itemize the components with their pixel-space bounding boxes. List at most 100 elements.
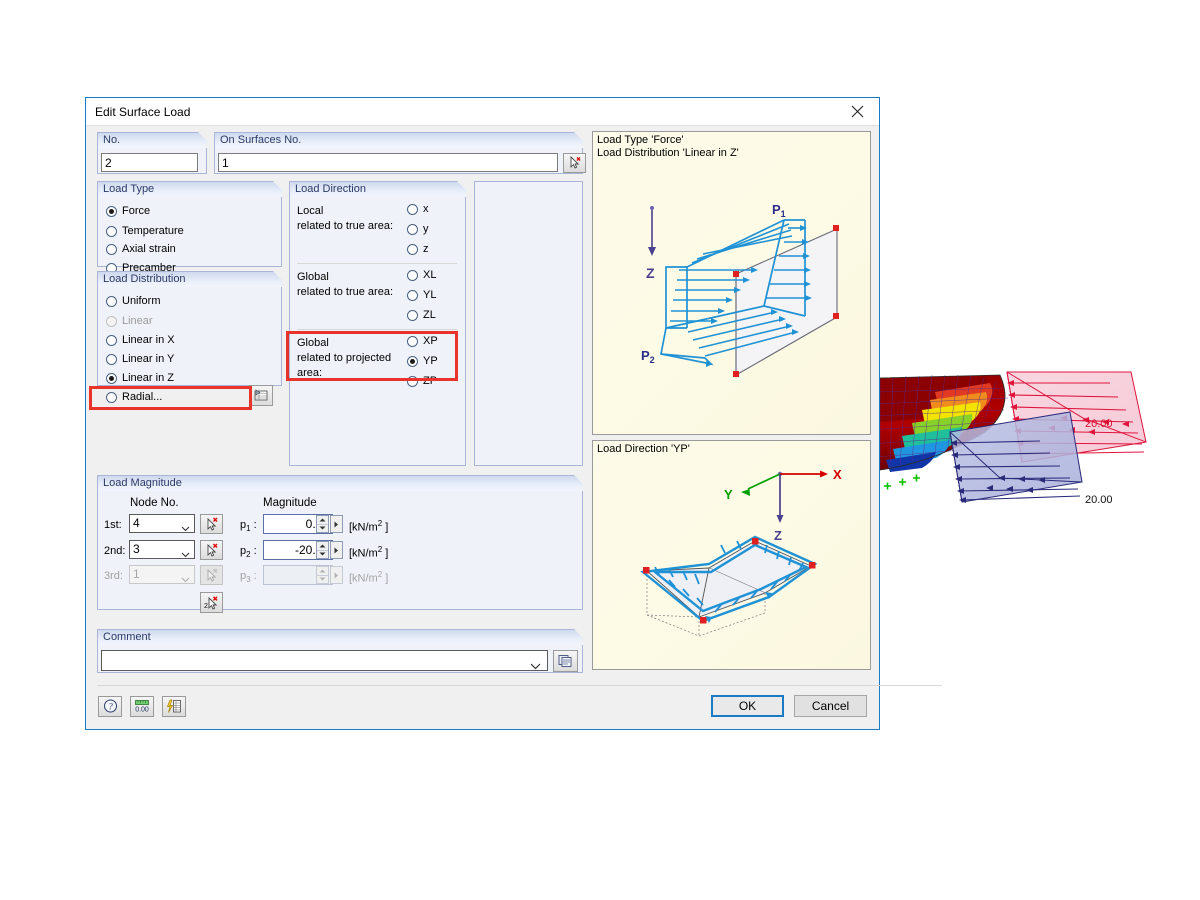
divider-global-projected bbox=[297, 329, 457, 330]
radio-dot-icon bbox=[407, 290, 418, 301]
pick-node-icon bbox=[205, 517, 219, 531]
spinner-down-icon bbox=[317, 576, 328, 584]
radio-direction-yl[interactable]: YL bbox=[407, 289, 436, 301]
magnitude-spinner-3 bbox=[316, 566, 329, 584]
no-group: No. bbox=[97, 132, 207, 174]
radio-label: x bbox=[423, 203, 429, 215]
global-true-caption-line1: Global bbox=[297, 271, 329, 283]
chevron-down-icon bbox=[181, 571, 190, 588]
pick-surfaces-button[interactable] bbox=[563, 153, 586, 173]
axis-label-z: Z bbox=[774, 528, 782, 543]
radio-direction-y[interactable]: y bbox=[407, 223, 429, 235]
magnitude-more-button-2[interactable] bbox=[330, 541, 343, 559]
load-distribution-group: Load Distribution Uniform Linear Linear … bbox=[97, 271, 282, 386]
units-button[interactable]: 0.00 bbox=[130, 696, 154, 717]
chevron-down-icon bbox=[181, 546, 190, 563]
radio-label: Uniform bbox=[122, 295, 161, 307]
svg-text:2: 2 bbox=[204, 603, 208, 610]
pick-node-button-2[interactable] bbox=[200, 540, 223, 560]
node-select-2[interactable]: 3 bbox=[129, 540, 195, 559]
preview-bottom-graphic: X Y Z bbox=[593, 441, 871, 670]
radio-direction-xp[interactable]: XP bbox=[407, 335, 438, 347]
radio-label: XL bbox=[423, 269, 436, 281]
radio-direction-zl[interactable]: ZL bbox=[407, 309, 436, 321]
global-true-caption-line2: related to true area: bbox=[297, 286, 393, 298]
radio-direction-xl[interactable]: XL bbox=[407, 269, 436, 281]
radio-dot-icon bbox=[407, 310, 418, 321]
row1-ordinal: 1st: bbox=[104, 519, 122, 531]
magnitude-more-button-1[interactable] bbox=[330, 515, 343, 533]
quick-settings-button[interactable] bbox=[162, 696, 186, 717]
settings-table-icon bbox=[254, 389, 269, 402]
radio-distribution-linear-y[interactable]: Linear in Y bbox=[106, 353, 174, 365]
pick-two-nodes-button[interactable]: 2 bbox=[200, 592, 223, 613]
radio-label: Radial... bbox=[122, 391, 162, 403]
radio-dot-icon bbox=[407, 356, 418, 367]
load-type-group: Load Type Force Temperature Axial strain… bbox=[97, 181, 282, 267]
radio-direction-z[interactable]: z bbox=[407, 243, 429, 255]
radio-direction-x[interactable]: x bbox=[407, 203, 429, 215]
node-select-3: 1 bbox=[129, 565, 195, 584]
axis-label-y: Y bbox=[724, 487, 733, 502]
no-input[interactable] bbox=[101, 153, 198, 172]
no-group-title: No. bbox=[97, 132, 207, 149]
radio-label: Force bbox=[122, 205, 150, 217]
preview-top-graphic: Z bbox=[593, 132, 871, 435]
pick-two-nodes-icon: 2 bbox=[204, 596, 219, 610]
comment-library-icon bbox=[558, 654, 574, 668]
radio-dot-icon bbox=[106, 296, 117, 307]
radio-distribution-linear-x[interactable]: Linear in X bbox=[106, 334, 175, 346]
radio-label: Temperature bbox=[122, 225, 184, 237]
dialog-title: Edit Surface Load bbox=[86, 105, 190, 119]
spinner-down-icon[interactable] bbox=[317, 551, 328, 559]
pick-node-button-3 bbox=[200, 565, 223, 585]
footer-divider bbox=[97, 685, 942, 686]
ok-button[interactable]: OK bbox=[711, 695, 784, 717]
radio-direction-yp[interactable]: YP bbox=[407, 355, 438, 367]
load-distribution-settings-button[interactable] bbox=[249, 385, 273, 406]
radio-distribution-uniform[interactable]: Uniform bbox=[106, 295, 161, 307]
magnitude-more-button-3 bbox=[330, 566, 343, 584]
spinner-down-icon[interactable] bbox=[317, 525, 328, 533]
surfaces-input[interactable] bbox=[218, 153, 558, 172]
radio-label: YP bbox=[423, 355, 438, 367]
load-distribution-title: Load Distribution bbox=[97, 271, 282, 288]
spinner-up-icon bbox=[317, 567, 328, 576]
magnitude-unit-1: [kN/m2 ] bbox=[349, 519, 388, 534]
edit-surface-load-dialog: Edit Surface Load No. On Surfaces No. bbox=[85, 97, 880, 730]
comment-title: Comment bbox=[97, 629, 583, 646]
radio-distribution-linear-z[interactable]: Linear in Z bbox=[106, 372, 174, 384]
radio-direction-zp[interactable]: ZP bbox=[407, 375, 437, 387]
spinner-up-icon[interactable] bbox=[317, 542, 328, 551]
comment-input[interactable] bbox=[101, 650, 548, 671]
radio-load-type-temperature[interactable]: Temperature bbox=[106, 225, 184, 237]
spinner-up-icon[interactable] bbox=[317, 516, 328, 525]
chevron-down-icon[interactable] bbox=[530, 658, 541, 675]
load-value-blue: 20.00 bbox=[1085, 494, 1113, 506]
magnitude-spinner-1[interactable] bbox=[316, 515, 329, 533]
svg-text:0.00: 0.00 bbox=[135, 707, 149, 714]
magnitude-spinner-2[interactable] bbox=[316, 541, 329, 559]
close-icon[interactable] bbox=[835, 98, 879, 124]
help-button[interactable]: ? bbox=[98, 696, 122, 717]
radio-label: y bbox=[423, 223, 429, 235]
axis-triad: X Y Z bbox=[724, 467, 842, 543]
cancel-button[interactable]: Cancel bbox=[794, 695, 867, 717]
surfaces-group: On Surfaces No. bbox=[214, 132, 583, 174]
radio-dot-icon bbox=[407, 270, 418, 281]
pick-node-button-1[interactable] bbox=[200, 514, 223, 534]
radio-distribution-radial[interactable]: Radial... bbox=[106, 391, 162, 403]
radio-dot-icon bbox=[106, 373, 117, 384]
radio-dot-icon bbox=[106, 354, 117, 365]
load-direction-group: Load Direction Local related to true are… bbox=[289, 181, 466, 466]
radio-label: ZL bbox=[423, 309, 436, 321]
local-caption-line2: related to true area: bbox=[297, 220, 393, 232]
radio-dot-icon bbox=[106, 335, 117, 346]
comment-library-button[interactable] bbox=[553, 650, 578, 672]
pick-node-icon bbox=[205, 568, 219, 582]
radio-label: Linear in X bbox=[122, 334, 175, 346]
load-direction-title: Load Direction bbox=[289, 181, 466, 198]
radio-load-type-force[interactable]: Force bbox=[106, 205, 150, 217]
radio-load-type-axial-strain[interactable]: Axial strain bbox=[106, 243, 176, 255]
node-select-1[interactable]: 4 bbox=[129, 514, 195, 533]
